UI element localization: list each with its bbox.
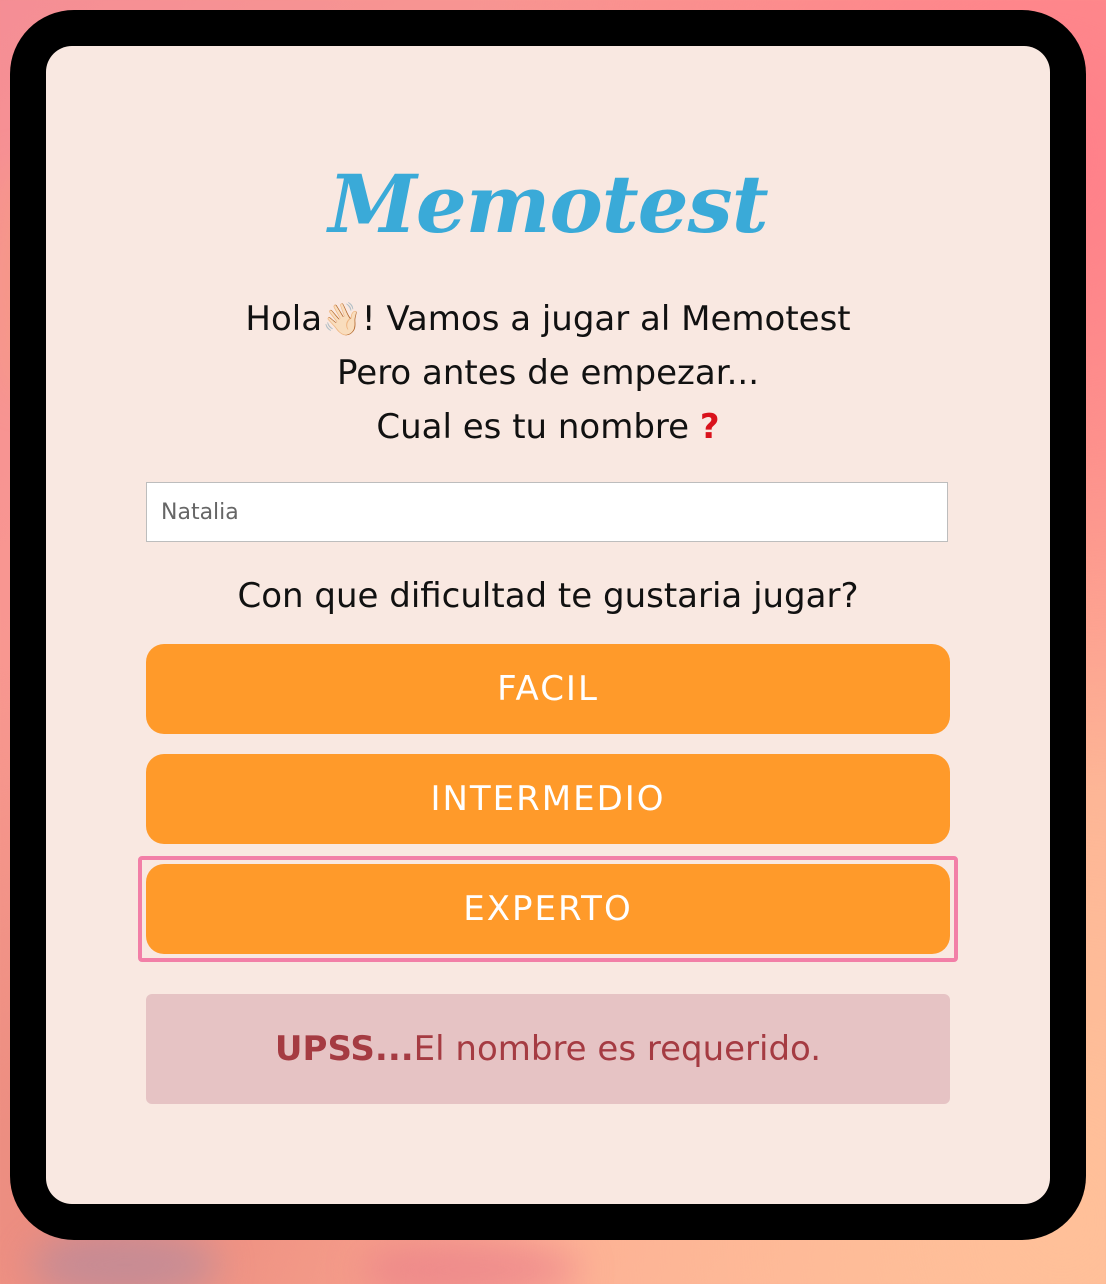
greeting-hello: Hola [245, 299, 323, 339]
greeting-line: Hola👋🏻! Vamos a jugar al Memotest [46, 292, 1050, 346]
expert-button[interactable]: EXPERTO [146, 864, 950, 954]
intro-text: Hola👋🏻! Vamos a jugar al Memotest Pero a… [46, 292, 1050, 454]
app-logo: Memotest [328, 157, 768, 251]
intermediate-button[interactable]: INTERMEDIO [146, 754, 950, 844]
easy-button[interactable]: FACIL [146, 644, 950, 734]
background-blob [360, 1240, 580, 1284]
greeting-rest: ! Vamos a jugar al Memotest [361, 299, 851, 339]
start-card: Memotest Hola👋🏻! Vamos a jugar al Memote… [46, 46, 1050, 1204]
device-frame: Memotest Hola👋🏻! Vamos a jugar al Memote… [10, 10, 1086, 1240]
error-alert: UPSS... El nombre es requerido. [146, 994, 950, 1104]
difficulty-prompt: Con que dificultad te gustaria jugar? [237, 576, 859, 616]
question-mark-icon: ? [699, 407, 720, 447]
greeting-line-2: Pero antes de empezar... [336, 353, 759, 393]
error-strong: UPSS... [274, 1029, 414, 1069]
name-question-text: Cual es tu nombre [376, 407, 700, 447]
waving-hand-icon: 👋🏻 [322, 300, 362, 338]
error-message: El nombre es requerido. [413, 1029, 822, 1069]
name-question: Cual es tu nombre ? [46, 400, 1050, 454]
name-input[interactable] [146, 482, 948, 542]
